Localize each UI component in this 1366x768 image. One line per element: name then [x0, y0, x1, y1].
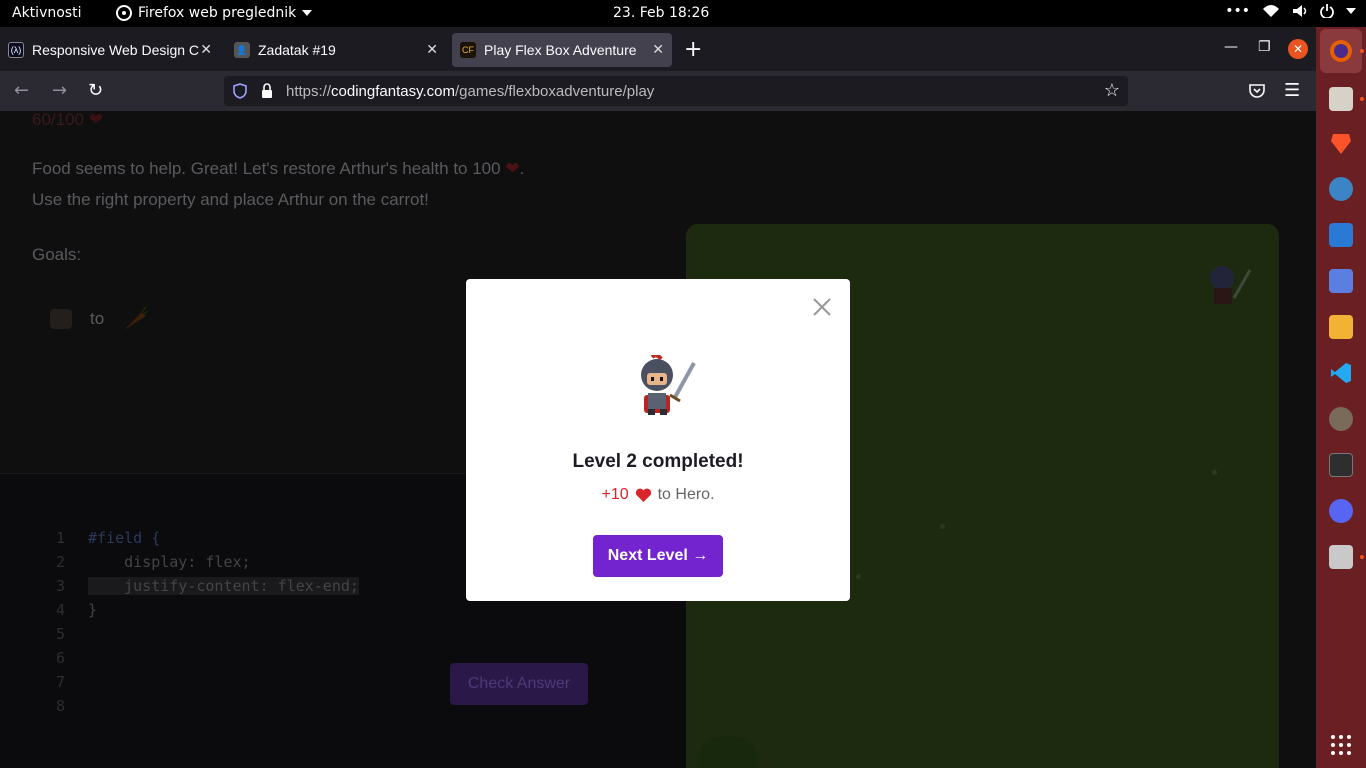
menu-dots-icon[interactable]: ••• [1225, 3, 1250, 19]
tab-zadatak[interactable]: 👤 Zadatak #19 ✕ [226, 33, 446, 67]
knight-icon [641, 355, 696, 415]
bush [700, 736, 756, 768]
code-lines[interactable]: 1 #field { 2 display: flex; 3 justify-con… [56, 526, 359, 718]
brave-icon[interactable] [1329, 131, 1353, 155]
task-description: Food seems to help. Great! Let's restore… [32, 153, 524, 215]
app-menu-label: Firefox web preglednik [138, 5, 297, 21]
reward-text: +10 to Hero. [466, 486, 850, 504]
screen-select-icon[interactable] [1329, 269, 1353, 293]
files-icon[interactable] [1329, 87, 1353, 111]
code-line: 8 [56, 697, 66, 715]
tab-responsive-web-design[interactable]: (λ) Responsive Web Design C ✕ [0, 33, 220, 67]
cf-icon: CF [460, 42, 476, 58]
goals-label: Goals: [32, 245, 82, 264]
close-icon[interactable] [812, 297, 832, 317]
goal-row: to [50, 303, 149, 334]
page-content: 60/100 ❤ Food seems to help. Great! Let'… [0, 111, 1316, 768]
close-icon[interactable]: ✕ [652, 41, 664, 58]
task-line-1-end: . [519, 159, 525, 178]
clock[interactable]: 23. Feb 18:26 [613, 5, 709, 21]
dialog-title: Level 2 completed! [572, 451, 744, 472]
running-indicator [1360, 97, 1364, 101]
hamburger-menu-icon[interactable]: ☰ [1284, 80, 1300, 101]
chevron-down-icon [302, 10, 313, 16]
url-host: codingfantasy.com [331, 82, 455, 100]
reward-amount: +10 [601, 486, 629, 503]
window-close-button[interactable]: ✕ [1288, 39, 1308, 59]
reload-button[interactable]: ↻ [88, 80, 103, 101]
system-top-bar: Aktivnosti Firefox web preglednik 23. Fe… [0, 0, 1366, 27]
pebble [856, 574, 861, 579]
forward-button[interactable]: → [52, 80, 67, 101]
terminal-icon[interactable] [1329, 453, 1353, 477]
running-indicator [1360, 49, 1364, 53]
screenshot-icon[interactable] [1329, 177, 1353, 201]
code-line: 5 [56, 625, 66, 643]
heart-icon [635, 488, 651, 502]
pocket-icon[interactable] [1248, 83, 1266, 99]
image-viewer-icon[interactable] [1329, 545, 1353, 569]
tab-strip: (λ) Responsive Web Design C ✕ 👤 Zadatak … [0, 27, 1316, 71]
next-level-button[interactable]: Next Level → [593, 535, 723, 577]
app-grid-icon[interactable] [1329, 733, 1353, 757]
tab-title: Responsive Web Design C [32, 42, 200, 58]
maximize-button[interactable]: ❐ [1258, 39, 1271, 55]
ubuntu-dock [1316, 27, 1366, 768]
app-menu[interactable]: Firefox web preglednik [116, 5, 313, 21]
url-path: /games/flexboxadventure/play [455, 82, 655, 100]
navigation-toolbar: ← → ↻ https://codingfantasy.com/games/fl… [0, 71, 1316, 111]
lock-icon[interactable] [260, 83, 274, 99]
power-icon[interactable] [1320, 4, 1334, 18]
close-icon[interactable]: ✕ [426, 41, 438, 58]
new-tab-button[interactable]: + [684, 37, 702, 62]
calculator-icon[interactable] [1329, 315, 1353, 339]
code-line: 4} [56, 601, 98, 619]
gimp-icon[interactable] [1329, 407, 1353, 431]
vscode-icon[interactable] [1329, 361, 1353, 385]
firefox-window: (λ) Responsive Web Design C ✕ 👤 Zadatak … [0, 27, 1316, 768]
pebble [940, 524, 945, 529]
code-line: 2 display: flex; [56, 553, 251, 571]
code-line: 7 [56, 673, 66, 691]
volume-icon[interactable] [1292, 4, 1308, 18]
chevron-down-icon[interactable] [1346, 8, 1356, 14]
task-line-1: Food seems to help. Great! Let's restore… [32, 159, 501, 178]
minimize-button[interactable]: — [1224, 39, 1238, 55]
user-icon: 👤 [234, 42, 250, 58]
code-line: 1 #field { [56, 529, 161, 547]
url-scheme: https:// [286, 82, 332, 100]
knight-icon [1210, 266, 1252, 304]
tab-title: Zadatak #19 [258, 42, 336, 58]
bookmark-star-icon[interactable]: ☆ [1104, 80, 1120, 101]
tab-title: Play Flex Box Adventure [484, 42, 637, 58]
tab-flexbox-adventure[interactable]: CF Play Flex Box Adventure ✕ [452, 33, 672, 67]
code-line[interactable]: 3 justify-content: flex-end; [56, 574, 359, 598]
pebble [1212, 470, 1217, 475]
knight-icon [50, 308, 72, 329]
system-tray[interactable]: ••• [1225, 3, 1356, 19]
running-indicator [1360, 555, 1364, 559]
shield-icon[interactable] [232, 83, 248, 99]
close-icon[interactable]: ✕ [200, 41, 212, 58]
fcc-icon: (λ) [8, 42, 24, 58]
check-answer-button[interactable]: Check Answer [450, 663, 588, 705]
heart-icon: ❤ [505, 159, 520, 178]
activities-button[interactable]: Aktivnosti [12, 5, 81, 21]
task-line-2: Use the right property and place Arthur … [32, 190, 429, 209]
reward-suffix: to Hero. [657, 486, 715, 503]
heart-icon: ❤ [88, 111, 103, 129]
carrot-icon [124, 305, 149, 330]
health-text: 60/100 ❤ [32, 111, 103, 135]
code-line: 6 [56, 649, 66, 667]
health-value: 60/100 [32, 111, 84, 129]
discord-icon[interactable] [1329, 499, 1353, 523]
firefox-icon[interactable] [1329, 39, 1353, 63]
url-bar[interactable]: https://codingfantasy.com/games/flexboxa… [224, 76, 1128, 106]
back-button[interactable]: ← [14, 80, 29, 101]
level-complete-dialog: Level 2 completed! +10 to Hero. Next Lev… [466, 279, 850, 601]
wifi-icon[interactable] [1262, 4, 1280, 18]
firefox-app-icon [116, 5, 132, 21]
goal-to: to [90, 309, 105, 328]
writer-icon[interactable] [1329, 223, 1353, 247]
